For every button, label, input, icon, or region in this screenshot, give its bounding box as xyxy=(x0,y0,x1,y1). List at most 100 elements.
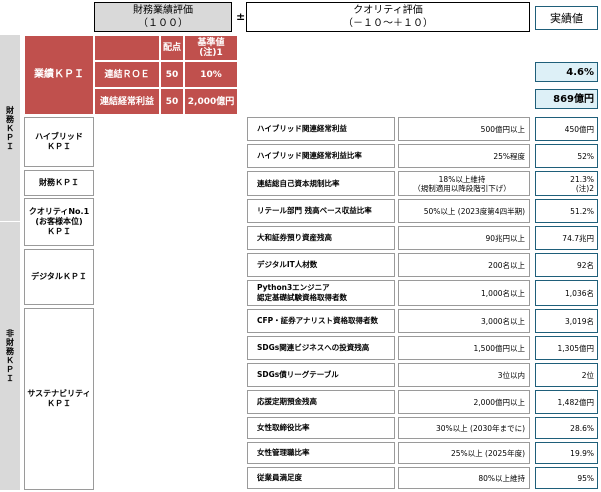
actual-value: 51.2% xyxy=(535,199,598,223)
target-value: 500億円以上 xyxy=(398,117,530,141)
target-text: 500億円以上 xyxy=(480,124,525,134)
non-financial-kpi-side-label: 非財務ＫＰＩ xyxy=(0,222,20,490)
target-text: 3位以内 xyxy=(497,370,525,380)
actual-text: 1,305億円 xyxy=(557,343,594,353)
plus-minus-sign: ± xyxy=(236,10,246,23)
target-text: 2,000億円以上 xyxy=(473,397,525,407)
target-value: 25%程度 xyxy=(398,144,530,168)
base-value-column-header: 基準値 (注)1 xyxy=(184,35,238,61)
actual-text: 1,036名 xyxy=(565,288,594,298)
item-name: リテール部門 残高ベース収益比率 xyxy=(247,199,395,223)
actual-text: 52% xyxy=(577,151,594,161)
actual-text: 74.7兆円 xyxy=(562,233,594,243)
ordinary-profit-actual: 869億円 xyxy=(535,89,598,109)
actual-value: 21.3% (注)2 xyxy=(535,171,598,196)
non-financial-kpi-side-text: 非財務ＫＰＩ xyxy=(6,329,14,383)
roe-actual: 4.6% xyxy=(535,62,598,82)
target-text: 3,000名以上 xyxy=(481,316,525,326)
target-text: 1,000名以上 xyxy=(481,288,525,298)
item-name: 従業員満足度 xyxy=(247,467,395,489)
digital-kpi-category: デジタルＫＰＩ xyxy=(24,249,94,305)
sustainability-kpi-category: サステナビリティ ＫＰＩ xyxy=(24,308,94,490)
quality-no1-kpi-category: クオリティNo.1 (お客様本位) ＫＰＩ xyxy=(24,198,94,246)
target-value: 3,000名以上 xyxy=(398,309,530,333)
hybrid-kpi-category: ハイブリッド ＫＰＩ xyxy=(24,117,94,167)
financial-kpi-side-label: 財務ＫＰＩ xyxy=(0,35,20,221)
quality-evaluation-range: （－１０～＋１０） xyxy=(343,18,433,29)
target-text: 18%以上維持 xyxy=(438,174,486,184)
actual-value: 28.6% xyxy=(535,417,598,439)
actual-value: 95% xyxy=(535,467,598,489)
target-value: 30%以上 (2030年までに) xyxy=(398,417,530,439)
target-value: 200名以上 xyxy=(398,253,530,277)
item-name: CFP・証券アナリスト資格取得者数 xyxy=(247,309,395,333)
target-text: 90兆円以上 xyxy=(485,233,525,243)
item-name: ハイブリッド関連経常利益 xyxy=(247,117,395,141)
actual-text: 19.9% xyxy=(570,448,594,458)
item-name: ハイブリッド関連経常利益比率 xyxy=(247,144,395,168)
actual-text: 2位 xyxy=(581,370,594,380)
financial-evaluation-score: （１００） xyxy=(138,18,188,29)
item-name: Python3エンジニア 認定基礎試験資格取得者数 xyxy=(247,280,395,306)
item-name: SDGs債リーグテーブル xyxy=(247,363,395,387)
actual-text: 450億円 xyxy=(564,124,594,134)
target-value: 25%以上 (2025年度) xyxy=(398,442,530,464)
item-name: 女性取締役比率 xyxy=(247,417,395,439)
financial-evaluation-title: 財務業績評価 xyxy=(133,5,193,16)
item-name: デジタルIT人材数 xyxy=(247,253,395,277)
actual-text: 21.3% xyxy=(570,174,594,184)
weight-column-header: 配点 xyxy=(160,35,184,61)
actual-value: 74.7兆円 xyxy=(535,226,598,250)
actual-value: 1,036名 xyxy=(535,280,598,306)
target-text: 1,500億円以上 xyxy=(473,343,525,353)
financial-kpi-category: 財務ＫＰＩ xyxy=(24,170,94,196)
target-value: 3位以内 xyxy=(398,363,530,387)
quality-evaluation-title: クオリティ評価 xyxy=(353,5,423,16)
actual-text: 51.2% xyxy=(570,206,594,216)
actual-text: 28.6% xyxy=(570,423,594,433)
target-text: 80%以上維持 xyxy=(478,473,525,483)
target-text: 50%以上 (2023度第4四半期) xyxy=(423,206,525,216)
item-name: SDGs関連ビジネスへの投資残高 xyxy=(247,336,395,360)
target-value: 1,500億円以上 xyxy=(398,336,530,360)
target-value: 18%以上維持 （規制適用以降段階引下げ） xyxy=(398,171,530,196)
target-value: 1,000名以上 xyxy=(398,280,530,306)
target-text: 200名以上 xyxy=(488,260,525,270)
actual-text: 95% xyxy=(577,473,594,483)
actual-value: 450億円 xyxy=(535,117,598,141)
ordinary-profit-weight: 50 xyxy=(160,88,184,115)
item-name: 応援定期預金残高 xyxy=(247,390,395,414)
roe-actual-value: 4.6% xyxy=(566,66,594,78)
item-name: 大和証券預り資産残高 xyxy=(247,226,395,250)
financial-evaluation-header: 財務業績評価 （１００） xyxy=(94,2,232,32)
roe-name: 連結ＲＯＥ xyxy=(94,61,160,88)
roe-weight: 50 xyxy=(160,61,184,88)
actual-value: 19.9% xyxy=(535,442,598,464)
actual-text: 3,019名 xyxy=(565,316,594,326)
target-text: 25%程度 xyxy=(493,151,525,161)
actual-value-label: 実績値 xyxy=(550,11,583,25)
item-name: 連結総自己資本規制比率 xyxy=(247,171,395,196)
quality-evaluation-header: クオリティ評価 （－１０～＋１０） xyxy=(246,2,530,32)
ordinary-profit-actual-value: 869億円 xyxy=(553,93,594,105)
target-value: 50%以上 (2023度第4四半期) xyxy=(398,199,530,223)
actual-text: 92名 xyxy=(576,260,594,270)
financial-kpi-side-text: 財務ＫＰＩ xyxy=(6,105,14,151)
performance-kpi-header-blank xyxy=(94,35,160,61)
target-value: 90兆円以上 xyxy=(398,226,530,250)
roe-base-value: 10% xyxy=(184,61,238,88)
actual-value: 3,019名 xyxy=(535,309,598,333)
performance-kpi-label: 業績ＫＰＩ xyxy=(24,35,94,115)
actual-value: 52% xyxy=(535,144,598,168)
actual-value: 1,305億円 xyxy=(535,336,598,360)
target-text: 30%以上 (2030年までに) xyxy=(436,423,525,433)
actual-note: (注)2 xyxy=(575,183,594,193)
actual-value: 1,482億円 xyxy=(535,390,598,414)
actual-value: 92名 xyxy=(535,253,598,277)
target-value: 80%以上維持 xyxy=(398,467,530,489)
actual-value-header: 実績値 xyxy=(535,6,598,30)
actual-value: 2位 xyxy=(535,363,598,387)
item-name: 女性管理職比率 xyxy=(247,442,395,464)
ordinary-profit-name: 連結経常利益 xyxy=(94,88,160,115)
target-subtext: （規制適用以降段階引下げ） xyxy=(413,183,511,193)
